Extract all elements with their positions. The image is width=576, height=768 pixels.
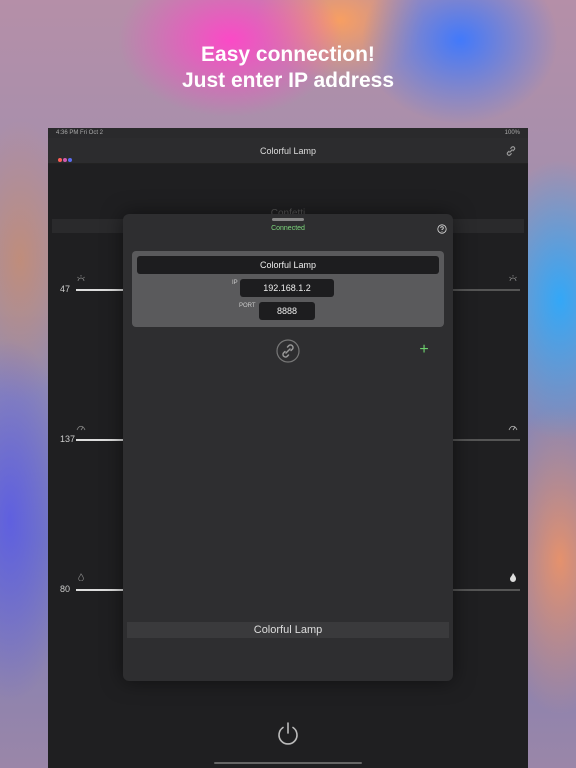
dot-pink [63, 158, 67, 162]
link-icon[interactable] [276, 339, 300, 363]
device-screen: 4:36 PM Fri Oct 2 100% Colorful Lamp Con… [48, 128, 528, 768]
slider-value: 47 [60, 284, 71, 294]
flame-icon [78, 573, 84, 581]
device-name-field[interactable]: Colorful Lamp [137, 256, 439, 274]
ip-label: IP [232, 280, 238, 286]
ip-field[interactable]: 192.168.1.2 [240, 279, 334, 297]
flame-icon [510, 573, 516, 582]
plus-icon[interactable]: + [418, 342, 430, 358]
link-icon[interactable] [504, 144, 518, 158]
slider-value: 80 [60, 584, 71, 594]
slider-value: 137 [60, 434, 76, 444]
promo-line-1: Easy connection! [201, 43, 375, 66]
sun-icon [509, 275, 517, 282]
power-icon[interactable] [274, 720, 302, 748]
nav-title: Colorful Lamp [259, 146, 317, 156]
list-item[interactable]: Colorful Lamp [127, 622, 449, 638]
speed-icon [76, 425, 86, 431]
promo-line-2: Just enter IP address [181, 69, 395, 92]
connection-sheet: Connected Colorful Lamp IP 192.168.1.2 P… [123, 214, 453, 681]
home-indicator [214, 762, 362, 764]
status-time: 4:36 PM Fri Oct 2 [56, 130, 104, 136]
nav-bar: Colorful Lamp [48, 138, 528, 164]
dot-red [58, 158, 62, 162]
status-bar: 4:36 PM Fri Oct 2 100% [48, 128, 528, 138]
sheet-grabber[interactable] [272, 218, 304, 221]
sun-icon [77, 275, 85, 282]
dot-blue [68, 158, 72, 162]
status-battery: 100% [504, 130, 520, 136]
promo-caption: Easy connection! Just enter IP address [0, 42, 576, 94]
port-field[interactable]: 8888 [259, 302, 315, 320]
speed-icon [508, 425, 518, 431]
port-label: PORT [239, 303, 256, 309]
question-icon[interactable] [437, 224, 447, 234]
device-card: Colorful Lamp IP 192.168.1.2 PORT 8888 [132, 251, 444, 327]
connection-status: Connected [271, 225, 305, 232]
